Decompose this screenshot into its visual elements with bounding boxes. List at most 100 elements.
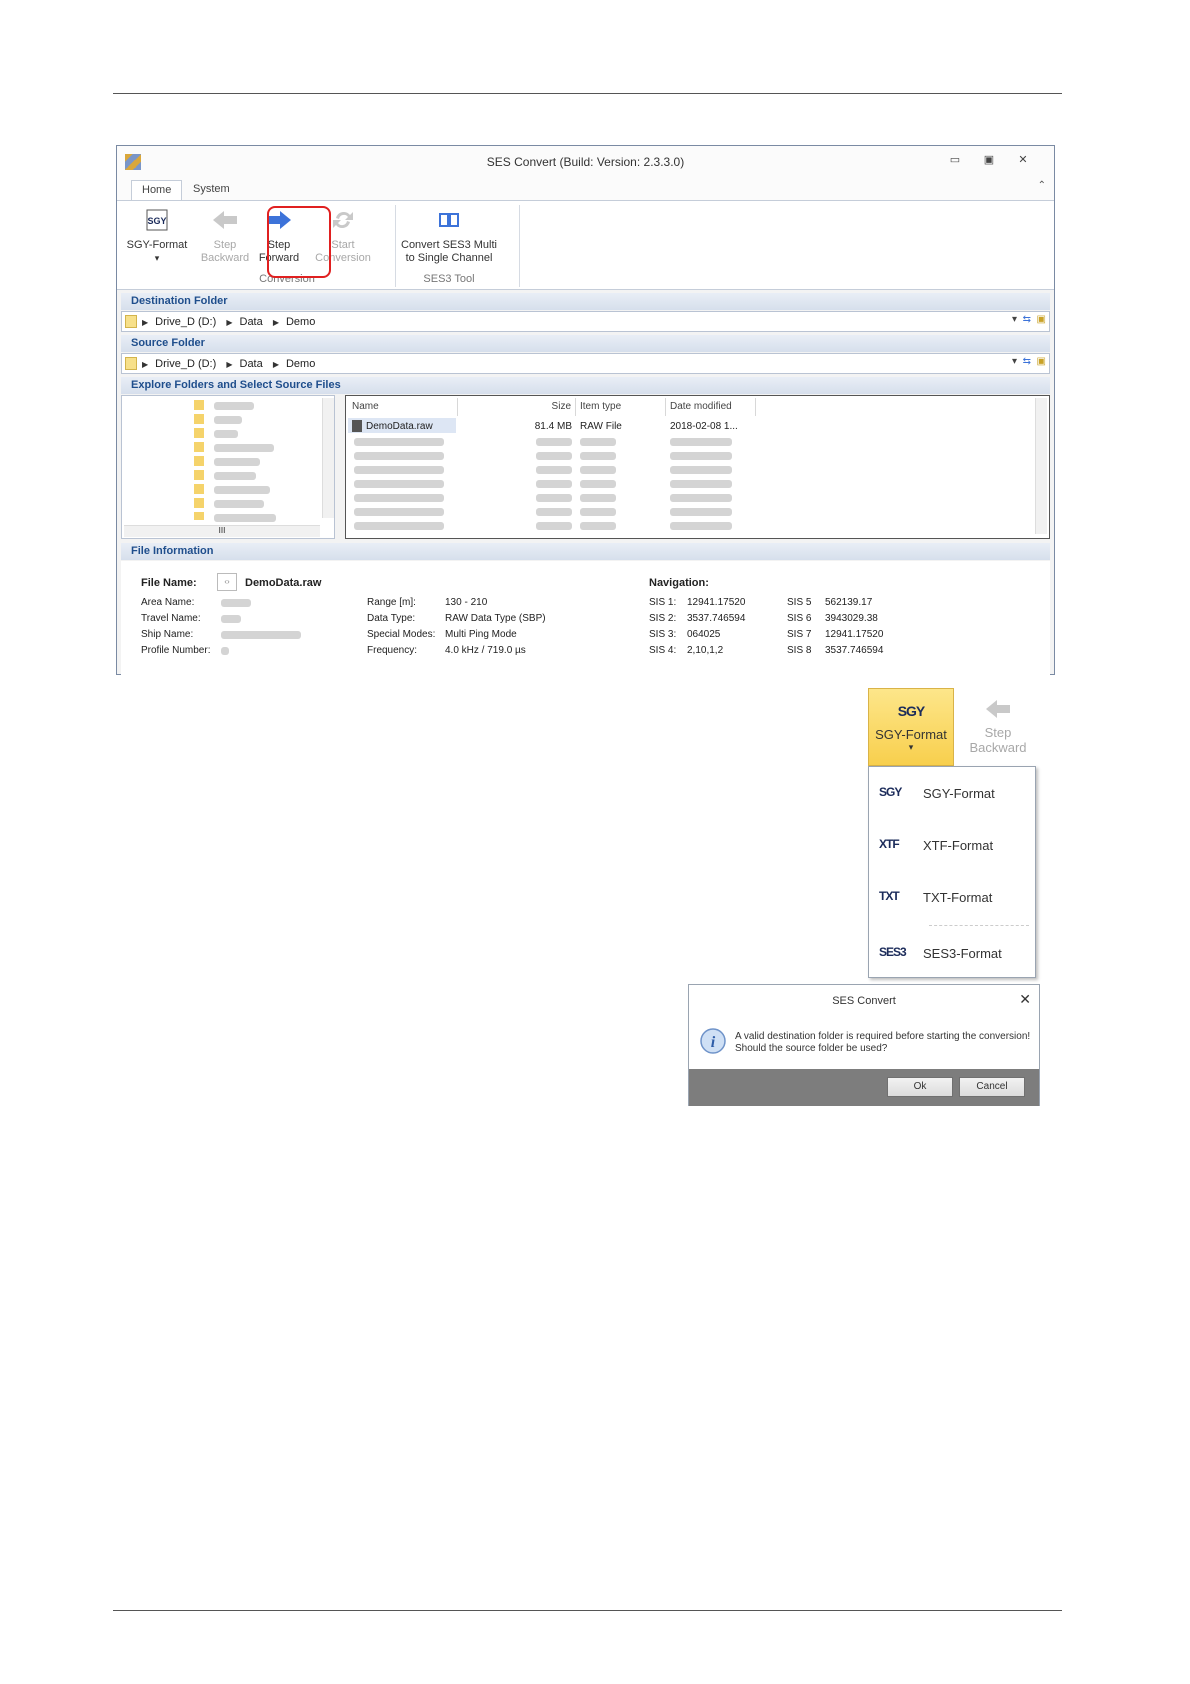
collapse-ribbon-icon[interactable]: ⌃ [1038, 180, 1046, 191]
convert-ses3-label-2: to Single Channel [405, 252, 493, 264]
ok-button[interactable]: Ok [887, 1077, 953, 1097]
tab-system[interactable]: System [183, 180, 240, 200]
file-type-cell: RAW File [580, 421, 622, 432]
source-path-bar[interactable]: ▶ Drive_D (D:) ▶ Data ▶ Demo ▾ ⇆ ▣ [121, 353, 1050, 374]
sis-3-value: 064025 [687, 629, 721, 640]
close-icon[interactable]: ✕ [1019, 991, 1031, 1008]
arrow-left-icon [986, 700, 1010, 718]
file-nav-icon[interactable]: ‹› [217, 573, 237, 591]
maximize-button[interactable]: ▣ [981, 153, 997, 167]
file-name-label: File Name: [141, 577, 197, 589]
profile-number-label: Profile Number: [141, 645, 211, 656]
column-item-type[interactable]: Item type [576, 398, 666, 416]
sis-3-label: SIS 3: [649, 629, 677, 640]
source-folder-header: Source Folder [121, 335, 1050, 352]
tree-vertical-scrollbar[interactable] [322, 398, 334, 518]
menu-item-sgy-format[interactable]: SGY SGY-Format [879, 777, 1029, 811]
group-separator [395, 205, 396, 287]
breadcrumb-data[interactable]: Data [240, 358, 263, 370]
menu-item-label: SGY-Format [923, 786, 995, 801]
breadcrumb-demo[interactable]: Demo [286, 358, 315, 370]
ribbon-tabs: Home System ⌃ [117, 176, 1054, 200]
folder-icon [125, 315, 137, 328]
special-modes-value: Multi Ping Mode [445, 629, 517, 640]
minimize-button[interactable]: ▭ [947, 153, 963, 167]
sgy-format-dropdown-button[interactable]: SGY SGY-Format ▾ [868, 688, 954, 766]
sis-8-label: SIS 8 [787, 645, 812, 656]
convert-ses3-button[interactable]: Convert SES3 Multi to Single Channel [399, 207, 499, 265]
sis-7-value: 12941.17520 [825, 629, 884, 640]
special-modes-label: Special Modes: [367, 629, 436, 640]
sgy-icon: SGY [879, 785, 902, 799]
tree-horizontal-scrollbar[interactable]: III [124, 525, 320, 537]
data-type-value: RAW Data Type (SBP) [445, 613, 546, 624]
file-list[interactable]: Name Size Item type Date modified DemoDa… [345, 395, 1050, 539]
dialog-message: A valid destination folder is required b… [735, 1031, 1030, 1055]
list-vertical-scrollbar[interactable] [1035, 398, 1047, 534]
area-name-label: Area Name: [141, 597, 195, 608]
browse-folder-icon[interactable]: ▣ [1037, 314, 1046, 325]
format-dropdown-illustration: SGY SGY-Format ▾ Step Backward SGY SGY-F… [868, 688, 1040, 978]
navigation-label: Navigation: [649, 577, 709, 589]
step-backward-label-2: Backward [969, 740, 1027, 755]
window-title: SES Convert (Build: Version: 2.3.3.0) [486, 155, 685, 169]
svg-text:i: i [711, 1034, 716, 1051]
close-button[interactable]: ✕ [1015, 153, 1031, 167]
history-dropdown-icon[interactable]: ▾ [1012, 314, 1017, 325]
convert-ses3-label-1: Convert SES3 Multi [401, 239, 497, 251]
sgy-format-button[interactable]: SGY SGY-Format ▾ [125, 207, 189, 265]
cancel-button[interactable]: Cancel [959, 1077, 1025, 1097]
menu-item-label: XTF-Format [923, 838, 994, 853]
dialog-title: SES Convert [832, 995, 896, 1007]
file-information-header: File Information [121, 543, 1050, 560]
path-actions: ▾ ⇆ ▣ [1012, 314, 1046, 325]
bottom-rule [113, 1610, 1062, 1611]
sis-4-label: SIS 4: [649, 645, 677, 656]
column-name[interactable]: Name [348, 398, 458, 416]
sis-1-label: SIS 1: [649, 597, 677, 608]
sis-2-value: 3537.746594 [687, 613, 746, 624]
step-backward-button[interactable]: Step Backward [199, 207, 251, 265]
split-channel-icon [439, 213, 459, 227]
breadcrumb-drive[interactable]: Drive_D (D:) [155, 358, 216, 370]
tab-home[interactable]: Home [131, 180, 183, 200]
ribbon: SGY SGY-Format ▾ Step Backward Step Forw… [117, 200, 1054, 290]
file-name-cell[interactable]: DemoData.raw [366, 421, 433, 432]
destination-path-bar[interactable]: ▶ Drive_D (D:) ▶ Data ▶ Demo ▾ ⇆ ▣ [121, 311, 1050, 332]
file-name-value: DemoData.raw [245, 577, 322, 589]
confirm-dialog: SES Convert ✕ i A valid destination fold… [688, 984, 1040, 1106]
breadcrumb-data[interactable]: Data [240, 316, 263, 328]
sis-8-value: 3537.746594 [825, 645, 884, 656]
refresh-icon [333, 211, 353, 229]
group-separator [519, 205, 520, 287]
menu-item-xtf-format[interactable]: XTF XTF-Format [879, 829, 1029, 863]
browse-folder-icon[interactable]: ▣ [1037, 356, 1046, 367]
file-size-cell: 81.4 MB [534, 421, 572, 432]
chevron-down-icon: ▾ [908, 742, 914, 752]
step-backward-label-2: Backward [200, 252, 250, 264]
breadcrumb: ▶ Drive_D (D:) ▶ Data ▶ Demo [142, 316, 316, 328]
refresh-icon[interactable]: ⇆ [1023, 314, 1031, 325]
menu-item-label: TXT-Format [923, 890, 993, 905]
scroll-thumb[interactable]: III [219, 526, 226, 535]
svg-text:SGY: SGY [147, 216, 166, 226]
sis-4-value: 2,10,1,2 [687, 645, 724, 656]
frequency-value: 4.0 kHz / 719.0 µs [445, 645, 526, 656]
folder-tree[interactable]: III [121, 395, 335, 539]
folder-icon [125, 357, 137, 370]
title-bar: SES Convert (Build: Version: 2.3.3.0) ▭ … [117, 146, 1054, 176]
menu-item-ses3-format[interactable]: SES3 SES3-Format [879, 937, 1029, 971]
column-size[interactable]: Size [458, 398, 576, 416]
path-actions: ▾ ⇆ ▣ [1012, 356, 1046, 367]
arrow-left-icon [213, 211, 237, 229]
step-backward-button[interactable]: Step Backward [956, 688, 1040, 766]
file-date-cell: 2018-02-08 1... [670, 421, 738, 432]
menu-item-txt-format[interactable]: TXT TXT-Format [879, 881, 1029, 915]
refresh-icon[interactable]: ⇆ [1023, 356, 1031, 367]
column-date-modified[interactable]: Date modified [666, 398, 756, 416]
history-dropdown-icon[interactable]: ▾ [1012, 356, 1017, 367]
breadcrumb-demo[interactable]: Demo [286, 316, 315, 328]
step-backward-label-1: Step [984, 725, 1012, 740]
range-value: 130 - 210 [445, 597, 488, 608]
breadcrumb-drive[interactable]: Drive_D (D:) [155, 316, 216, 328]
